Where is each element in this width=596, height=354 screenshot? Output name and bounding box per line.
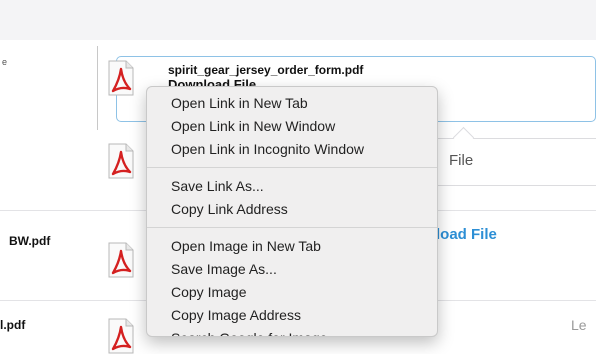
menu-item-open-link-new-tab[interactable]: Open Link in New Tab <box>171 94 308 112</box>
file-popover-panel <box>420 138 596 186</box>
menu-item-save-image-as[interactable]: Save Image As... <box>171 260 277 278</box>
pdf-file-icon[interactable] <box>106 60 136 96</box>
menu-item-search-google-image[interactable]: Search Google for Image <box>171 329 327 336</box>
menu-separator <box>147 167 437 168</box>
left-edge-text: e <box>2 57 8 67</box>
row-divider-line <box>97 46 98 130</box>
pdf-file-icon[interactable] <box>106 242 136 278</box>
file-name-left-l[interactable]: l.pdf <box>0 318 25 332</box>
context-menu: Open Link in New Tab Open Link in New Wi… <box>146 86 438 337</box>
menu-item-open-link-new-window[interactable]: Open Link in New Window <box>171 117 335 135</box>
file-label-partial[interactable]: File <box>449 152 473 169</box>
level-label-partial: Le <box>571 317 587 333</box>
file-name-left-bw[interactable]: BW.pdf <box>9 234 50 248</box>
menu-item-save-link-as[interactable]: Save Link As... <box>171 177 264 195</box>
top-band <box>0 0 596 40</box>
pdf-file-icon[interactable] <box>106 318 136 354</box>
upload-file-link-partial[interactable]: load File <box>436 226 497 243</box>
file-name-highlighted[interactable]: spirit_gear_jersey_order_form.pdf <box>168 63 363 77</box>
pdf-file-icon[interactable] <box>106 143 136 179</box>
menu-item-copy-image-address[interactable]: Copy Image Address <box>171 306 301 324</box>
menu-item-copy-link-address[interactable]: Copy Link Address <box>171 200 288 218</box>
menu-item-copy-image[interactable]: Copy Image <box>171 283 246 301</box>
menu-item-open-image-new-tab[interactable]: Open Image in New Tab <box>171 237 321 255</box>
menu-item-open-link-incognito[interactable]: Open Link in Incognito Window <box>171 140 364 158</box>
menu-separator <box>147 227 437 228</box>
